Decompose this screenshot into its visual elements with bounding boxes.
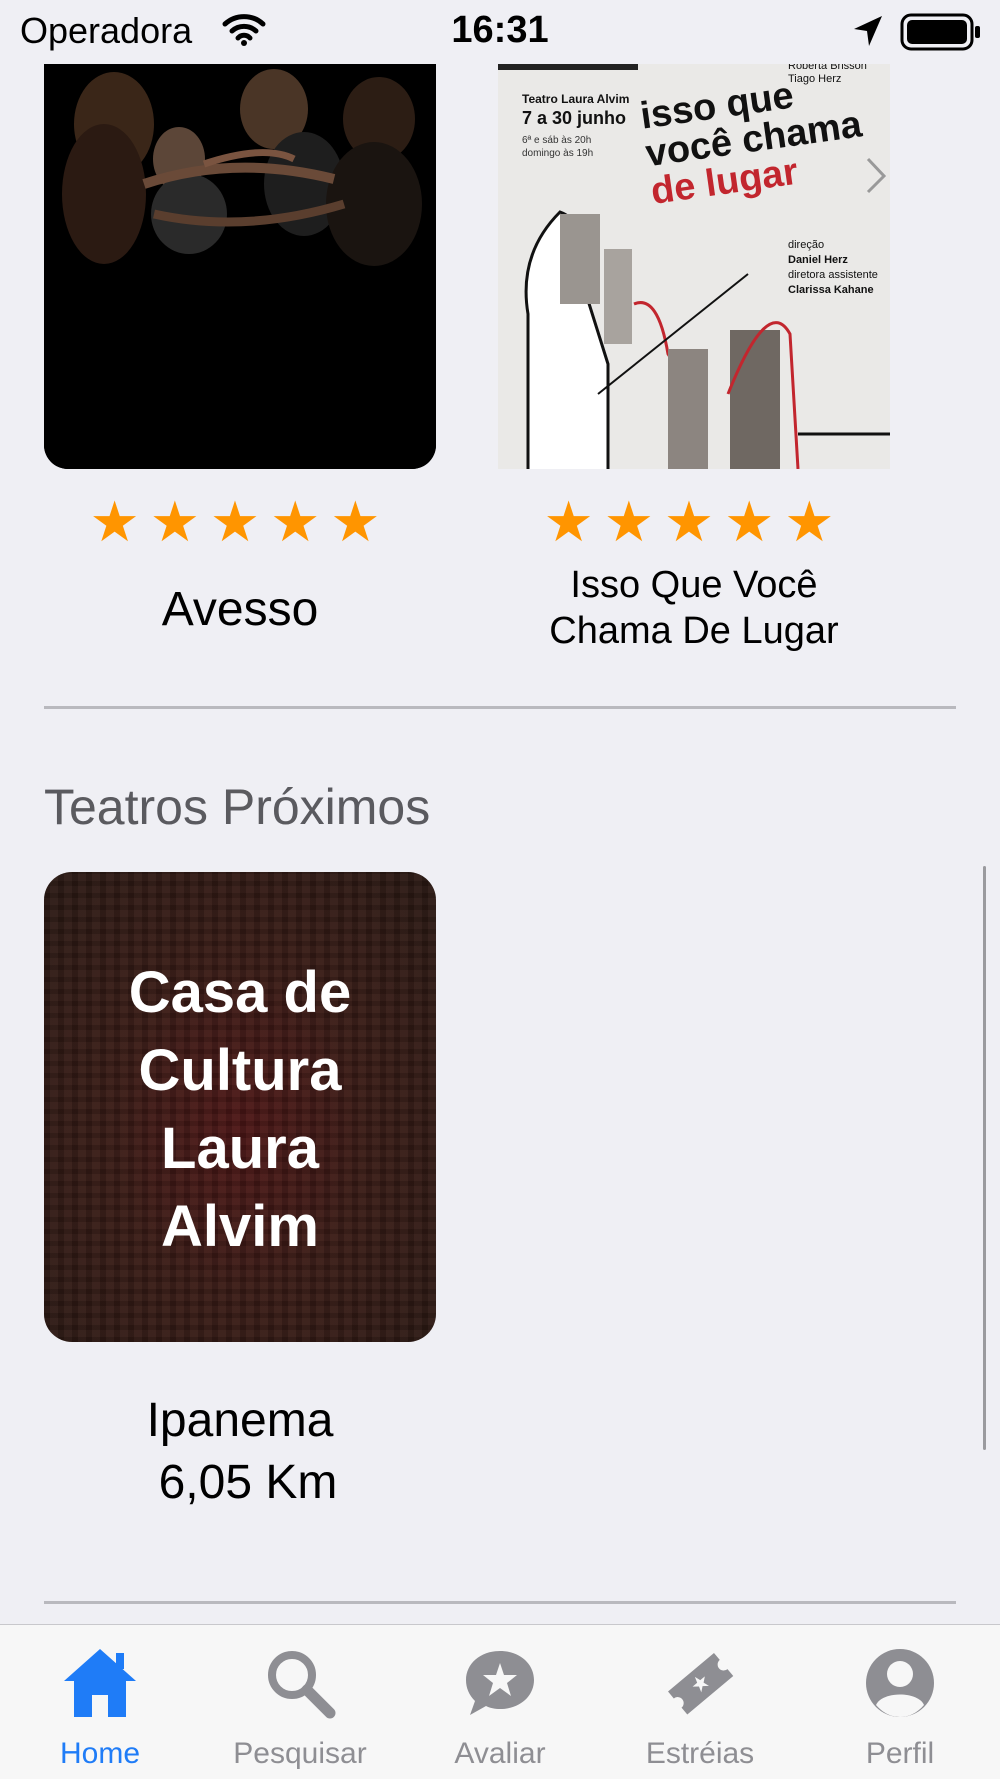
divider <box>44 1601 956 1604</box>
tab-profile[interactable]: Perfil <box>800 1625 1000 1779</box>
tab-label: Perfil <box>865 1737 935 1770</box>
person-icon <box>866 1649 934 1717</box>
rating-stars-avesso: ★★★★★ <box>44 490 436 554</box>
star-icon: ★ <box>149 490 210 553</box>
star-bubble-icon <box>466 1651 534 1715</box>
star-icon: ★ <box>543 490 604 553</box>
poster-schedule: 6ª e sáb às 20h domingo às 19h <box>522 135 594 159</box>
theatre-distance: 6,05 Km <box>158 1456 338 1509</box>
tab-label: Estréias <box>645 1737 755 1770</box>
star-icon: ★ <box>663 490 725 553</box>
theatre-name: Casa de Cultura Laura Alvim <box>128 960 352 1259</box>
star-icon: ★ <box>724 490 785 553</box>
tab-bar: Home Pesquisar Avaliar Estréias Perfil <box>0 1624 1000 1779</box>
tab-label: Pesquisar <box>233 1737 367 1770</box>
theatre-card[interactable]: Casa de Cultura Laura Alvim <box>44 872 436 1342</box>
tab-search[interactable]: Pesquisar <box>200 1625 400 1779</box>
theatre-neighborhood: Ipanema <box>146 1394 334 1447</box>
star-icon: ★ <box>89 490 150 553</box>
tab-label: Avaliar <box>454 1737 546 1770</box>
star-icon: ★ <box>603 490 664 553</box>
theatre-location: Ipanema 6,05 Km <box>44 1390 436 1514</box>
poster-venue: Teatro Laura Alvim <box>522 92 630 106</box>
scroll-indicator[interactable] <box>983 866 986 1450</box>
tab-label: Home <box>59 1737 141 1770</box>
search-icon <box>268 1651 336 1719</box>
tab-home[interactable]: Home <box>0 1625 200 1779</box>
rating-stars-isso: ★★★★★ <box>498 490 890 554</box>
tab-rate[interactable]: Avaliar <box>400 1625 600 1779</box>
poster-dates: 7 a 30 junho <box>522 108 627 128</box>
play-poster-avesso[interactable] <box>44 64 436 469</box>
house-icon <box>64 1649 136 1717</box>
performers-photo <box>44 64 436 469</box>
star-icon: ★ <box>209 490 271 553</box>
star-icon: ★ <box>784 490 845 553</box>
status-bar: Operadora 16:31 <box>0 0 1000 64</box>
star-icon: ★ <box>270 490 331 553</box>
play-title-avesso[interactable]: Avesso <box>44 582 436 638</box>
poster-credits: direção Daniel Herz diretora assistente … <box>788 239 878 296</box>
play-poster-isso-que-voce-chama-de-lugar[interactable]: Teatro Laura Alvim 7 a 30 junho 6ª e sáb… <box>498 64 890 469</box>
battery-icon <box>900 13 980 51</box>
ticket-icon <box>668 1652 734 1715</box>
location-arrow-icon <box>854 16 882 46</box>
section-title-nearby: Teatros Próximos <box>44 779 431 835</box>
tab-premieres[interactable]: Estréias <box>600 1625 800 1779</box>
star-icon: ★ <box>330 490 391 553</box>
divider <box>44 706 956 709</box>
clock: 16:31 <box>451 9 549 51</box>
play-title-isso[interactable]: Isso Que Você Chama De Lugar <box>498 562 890 654</box>
